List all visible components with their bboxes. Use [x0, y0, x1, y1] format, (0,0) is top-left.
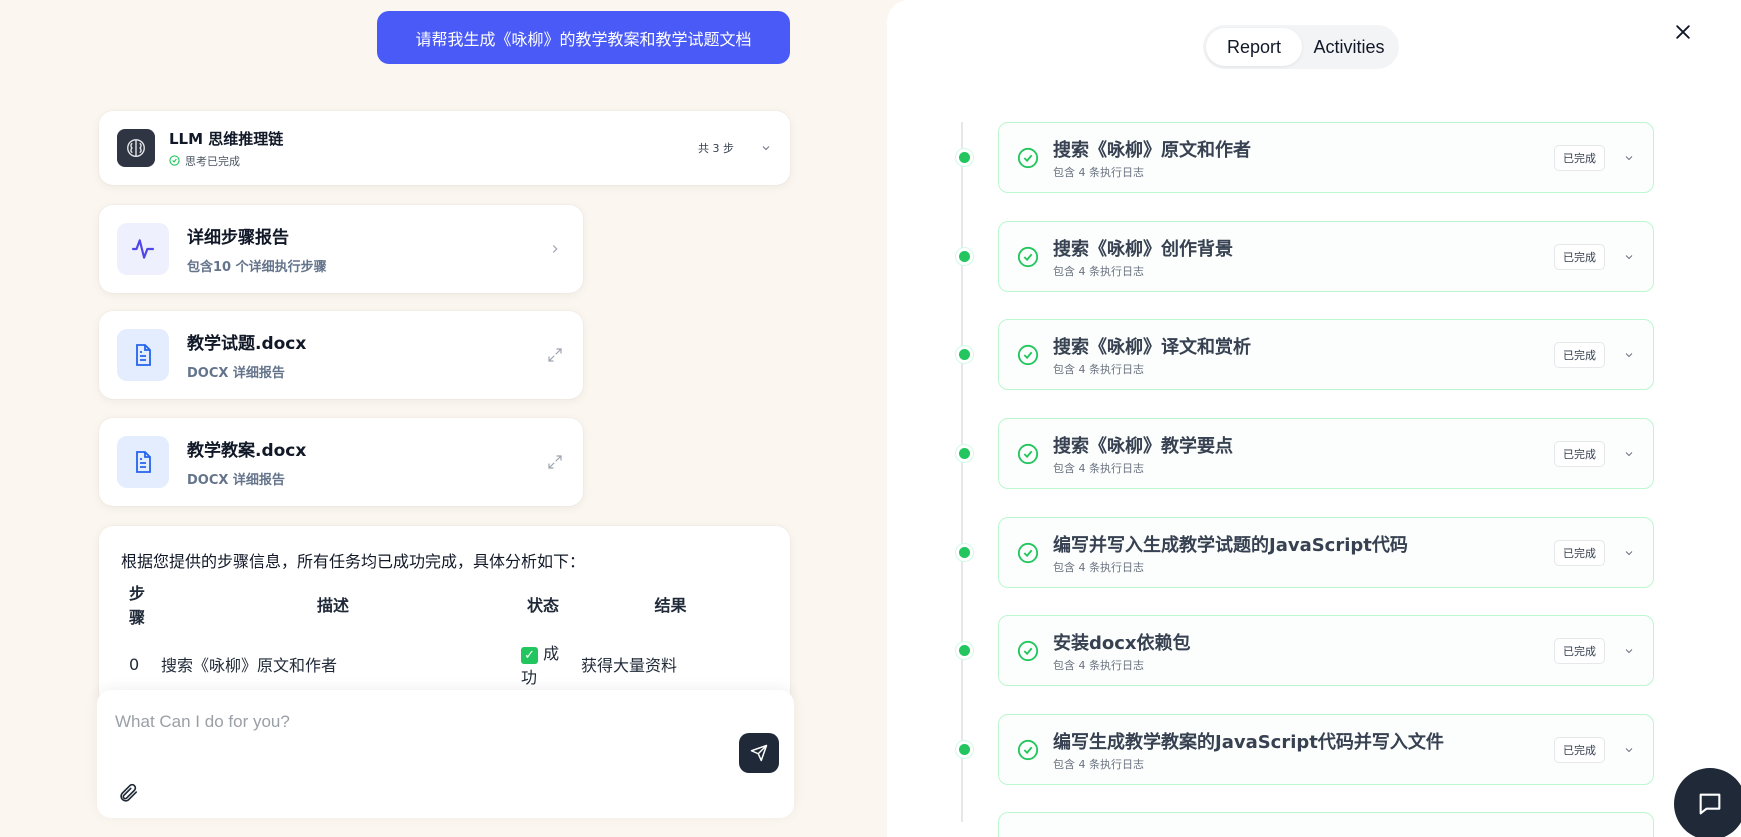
check-circle-icon — [1017, 344, 1039, 365]
chevron-down-icon[interactable] — [760, 142, 772, 154]
chat-input[interactable] — [115, 712, 675, 732]
row-step: 0 — [129, 654, 140, 674]
timeline-dot — [956, 248, 973, 265]
chevron-down-icon[interactable] — [1623, 547, 1635, 559]
status-badge: 已完成 — [1554, 144, 1605, 171]
check-circle-icon — [1017, 246, 1039, 267]
timeline-step-partial — [998, 812, 1654, 837]
timeline-dot — [956, 741, 973, 758]
chat-fab-button[interactable] — [1674, 768, 1741, 837]
chevron-down-icon[interactable] — [1623, 251, 1635, 263]
step-title: 搜索《咏柳》译文和赏析 — [1053, 336, 1251, 358]
timeline-step[interactable]: 搜索《咏柳》译文和赏析 包含 4 条执行日志 已完成 — [956, 319, 1654, 390]
step-subtitle: 包含 4 条执行日志 — [1053, 461, 1144, 475]
status-badge: 已完成 — [1554, 440, 1605, 467]
check-circle-icon — [1017, 147, 1039, 168]
step-subtitle: 包含 4 条执行日志 — [1053, 362, 1144, 376]
table-header-desc: 描述 — [317, 596, 350, 615]
row-desc: 搜索《咏柳》原文和作者 — [161, 656, 338, 675]
step-subtitle: 包含 4 条执行日志 — [1053, 658, 1144, 672]
check-circle-icon — [1017, 739, 1039, 760]
summary-card: 根据您提供的步骤信息，所有任务均已成功完成，具体分析如下： 步骤 描述 状态 结… — [99, 526, 790, 706]
check-circle-icon — [1017, 443, 1039, 464]
file-type: DOCX 详细报告 — [187, 366, 285, 381]
step-title: 搜索《咏柳》创作背景 — [1053, 238, 1233, 260]
table-header-result: 结果 — [654, 596, 687, 615]
panel-tabs: Report Activities — [1203, 25, 1399, 69]
timeline-dot — [956, 149, 973, 166]
status-badge: 已完成 — [1554, 243, 1605, 270]
chevron-down-icon[interactable] — [1623, 349, 1635, 361]
timeline-step[interactable]: 搜索《咏柳》原文和作者 包含 4 条执行日志 已完成 — [956, 122, 1654, 193]
user-message-text: 请帮我生成《咏柳》的教学教案和教学试题文档 — [415, 29, 752, 49]
paperclip-icon[interactable] — [117, 782, 141, 806]
close-icon[interactable] — [1673, 22, 1695, 44]
chevron-down-icon[interactable] — [1623, 645, 1635, 657]
llm-reasoning-card[interactable]: LLM 思维推理链 思考已完成 共 3 步 — [99, 111, 790, 185]
table-row: 0 搜索《咏柳》原文和作者 ✓ 成功 获得大量资料 — [121, 632, 768, 696]
check-mark-icon: ✓ — [521, 647, 539, 664]
timeline-step[interactable]: 编写生成教学教案的JavaScript代码并写入文件 包含 4 条执行日志 已完… — [956, 714, 1654, 785]
brain-icon — [117, 129, 155, 167]
file-card-exam[interactable]: 教学试题.docx DOCX 详细报告 — [99, 311, 583, 399]
detail-report-card[interactable]: 详细步骤报告 包含10 个详细执行步骤 — [99, 205, 583, 293]
tab-report[interactable]: Report — [1206, 28, 1302, 66]
check-circle-icon — [1017, 542, 1039, 563]
summary-intro: 根据您提供的步骤信息，所有任务均已成功完成，具体分析如下： — [121, 552, 586, 571]
timeline-step[interactable]: 安装docx依赖包 包含 4 条执行日志 已完成 — [956, 615, 1654, 686]
llm-chain-step-count: 共 3 步 — [698, 142, 734, 155]
timeline-dot — [956, 346, 973, 363]
status-badge: 已完成 — [1554, 736, 1605, 763]
timeline-step[interactable]: 搜索《咏柳》创作背景 包含 4 条执行日志 已完成 — [956, 221, 1654, 292]
expand-icon[interactable] — [545, 452, 565, 472]
chevron-down-icon[interactable] — [1623, 152, 1635, 164]
step-title: 搜索《咏柳》原文和作者 — [1053, 139, 1251, 161]
file-card-lesson-plan[interactable]: 教学教案.docx DOCX 详细报告 — [99, 418, 583, 506]
llm-chain-title: LLM 思维推理链 — [169, 129, 284, 148]
step-title: 编写并写入生成教学试题的JavaScript代码 — [1053, 534, 1408, 556]
detail-report-title: 详细步骤报告 — [187, 228, 289, 248]
step-title: 搜索《咏柳》教学要点 — [1053, 435, 1233, 457]
chevron-down-icon[interactable] — [1623, 744, 1635, 756]
file-name: 教学教案.docx — [187, 441, 307, 461]
timeline-dot — [956, 445, 973, 462]
row-result: 获得大量资料 — [581, 656, 678, 675]
llm-chain-status: 思考已完成 — [185, 154, 240, 168]
status-badge: 已完成 — [1554, 341, 1605, 368]
chevron-right-icon[interactable] — [545, 239, 565, 259]
timeline-step[interactable]: 搜索《咏柳》教学要点 包含 4 条执行日志 已完成 — [956, 418, 1654, 489]
file-name: 教学试题.docx — [187, 334, 307, 354]
step-title: 编写生成教学教案的JavaScript代码并写入文件 — [1053, 731, 1444, 753]
send-icon — [750, 744, 768, 762]
timeline-line — [961, 122, 963, 822]
step-subtitle: 包含 4 条执行日志 — [1053, 165, 1144, 179]
timeline-dot — [956, 544, 973, 561]
step-subtitle: 包含 4 条执行日志 — [1053, 560, 1144, 574]
detail-report-subtitle: 包含10 个详细执行步骤 — [187, 260, 327, 275]
check-circle-icon — [169, 155, 180, 166]
expand-icon[interactable] — [545, 345, 565, 365]
report-panel: Report Activities 搜索《咏柳》原文和作者 包含 4 条执行日志… — [887, 0, 1741, 837]
table-header-step: 步骤 — [129, 584, 146, 627]
user-message-bubble: 请帮我生成《咏柳》的教学教案和教学试题文档 — [377, 11, 790, 64]
document-icon — [117, 436, 169, 488]
step-title: 安装docx依赖包 — [1053, 632, 1191, 654]
chevron-down-icon[interactable] — [1623, 448, 1635, 460]
file-type: DOCX 详细报告 — [187, 473, 285, 488]
chat-input-box — [97, 690, 794, 818]
document-icon — [117, 329, 169, 381]
step-subtitle: 包含 4 条执行日志 — [1053, 757, 1144, 771]
timeline-dot — [956, 642, 973, 659]
status-badge: 已完成 — [1554, 539, 1605, 566]
summary-table: 步骤 描述 状态 结果 0 搜索《咏柳》原文和作者 ✓ 成功 获得大量资料 — [121, 576, 768, 696]
status-badge: 已完成 — [1554, 637, 1605, 664]
chat-icon — [1699, 793, 1721, 815]
send-button[interactable] — [739, 733, 779, 773]
table-header-status: 状态 — [527, 596, 560, 615]
step-subtitle: 包含 4 条执行日志 — [1053, 264, 1144, 278]
tab-activities[interactable]: Activities — [1302, 28, 1396, 66]
activity-icon — [117, 223, 169, 275]
check-circle-icon — [1017, 640, 1039, 661]
timeline-step[interactable]: 编写并写入生成教学试题的JavaScript代码 包含 4 条执行日志 已完成 — [956, 517, 1654, 588]
